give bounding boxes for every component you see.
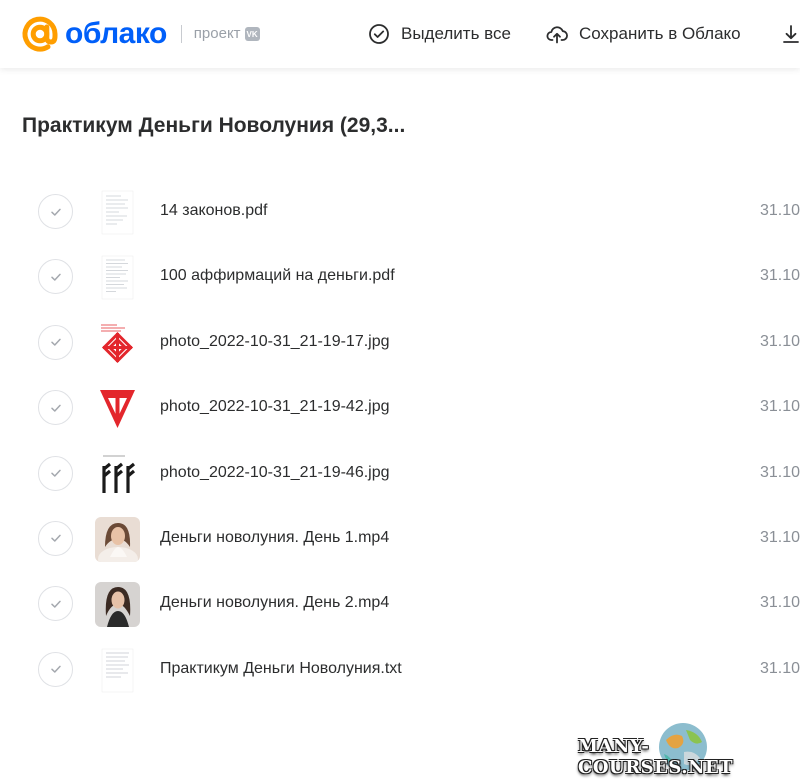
- image-thumbnail: [95, 320, 140, 366]
- text-thumbnail: [95, 647, 140, 693]
- file-name: 100 аффирмаций на деньги.pdf: [160, 267, 395, 285]
- watermark-text: MANY-COURSES.NET: [578, 736, 734, 778]
- file-date: 31.10.: [760, 528, 800, 546]
- image-thumbnail: [95, 451, 140, 497]
- check-icon: [50, 600, 61, 608]
- file-name: photo_2022-10-31_21-19-46.jpg: [160, 463, 390, 481]
- file-name: Деньги новолуния. День 1.mp4: [160, 528, 390, 546]
- at-logo-icon: [22, 16, 58, 52]
- file-name: photo_2022-10-31_21-19-42.jpg: [160, 398, 390, 416]
- logo-separator: [180, 25, 182, 43]
- check-icon: [50, 535, 61, 543]
- file-date: 31.10.: [760, 594, 800, 612]
- logo-project-label: проект: [193, 25, 241, 42]
- cloud-upload-icon: [546, 26, 568, 44]
- file-name: photo_2022-10-31_21-19-17.jpg: [160, 332, 390, 350]
- video-thumbnail: [95, 516, 140, 562]
- file-row[interactable]: 14 законов.pdf 31.10.: [0, 180, 800, 245]
- check-circle-icon: [369, 24, 389, 44]
- file-row[interactable]: Деньги новолуния. День 1.mp4 31.10.: [0, 507, 800, 572]
- save-to-cloud-label: Сохранить в Облако: [579, 24, 741, 43]
- row-checkbox[interactable]: [38, 194, 73, 229]
- file-row[interactable]: photo_2022-10-31_21-19-42.jpg 31.10.: [0, 376, 800, 441]
- row-checkbox[interactable]: [38, 390, 73, 426]
- row-checkbox[interactable]: [38, 651, 73, 687]
- download-button[interactable]: [780, 20, 800, 48]
- file-row[interactable]: 100 аффирмаций на деньги.pdf 31.10.: [0, 245, 800, 310]
- pdf-thumbnail: [95, 190, 140, 235]
- check-icon: [50, 404, 61, 412]
- check-icon: [50, 665, 61, 673]
- file-date: 31.10.: [760, 463, 800, 481]
- row-checkbox[interactable]: [38, 455, 73, 491]
- row-checkbox[interactable]: [38, 520, 73, 556]
- row-checkbox[interactable]: [38, 324, 73, 360]
- file-date: 31.10.: [760, 202, 800, 219]
- vk-badge: VK: [244, 27, 260, 41]
- row-checkbox[interactable]: [38, 586, 73, 622]
- file-date: 31.10.: [760, 267, 800, 285]
- check-icon: [50, 338, 61, 347]
- file-list: 14 законов.pdf 31.10. 100 аффирмаций на …: [0, 180, 800, 703]
- pdf-thumbnail: [95, 255, 140, 301]
- save-to-cloud-button[interactable]: Сохранить в Облако: [546, 20, 741, 48]
- select-all-label: Выделить все: [401, 24, 511, 43]
- image-thumbnail: [95, 386, 140, 432]
- file-row[interactable]: Практикум Деньги Новолуния.txt 31.10.: [0, 638, 800, 703]
- check-icon: [50, 469, 61, 477]
- top-bar: облако проект VK Выделить все Сохранить …: [0, 0, 800, 68]
- download-icon: [783, 25, 799, 43]
- select-all-button[interactable]: Выделить все: [368, 20, 511, 48]
- cloud-logo[interactable]: облако проект VK: [20, 14, 260, 54]
- file-row[interactable]: photo_2022-10-31_21-19-46.jpg 31.10.: [0, 442, 800, 507]
- file-date: 31.10.: [760, 398, 800, 416]
- row-checkbox[interactable]: [38, 259, 73, 295]
- check-icon: [50, 273, 61, 281]
- file-name: Деньги новолуния. День 2.mp4: [160, 594, 390, 612]
- file-name: Практикум Деньги Новолуния.txt: [160, 659, 402, 677]
- file-date: 31.10.: [760, 659, 800, 677]
- file-date: 31.10.: [760, 332, 800, 350]
- file-row[interactable]: photo_2022-10-31_21-19-17.jpg 31.10.: [0, 311, 800, 376]
- file-row[interactable]: Деньги новолуния. День 2.mp4 31.10.: [0, 572, 800, 637]
- file-name: 14 законов.pdf: [160, 202, 268, 219]
- folder-title: Практикум Деньги Новолуния (29,3...: [22, 114, 406, 137]
- video-thumbnail: [95, 582, 140, 628]
- check-icon: [50, 208, 61, 216]
- logo-wordmark: облако: [65, 17, 167, 50]
